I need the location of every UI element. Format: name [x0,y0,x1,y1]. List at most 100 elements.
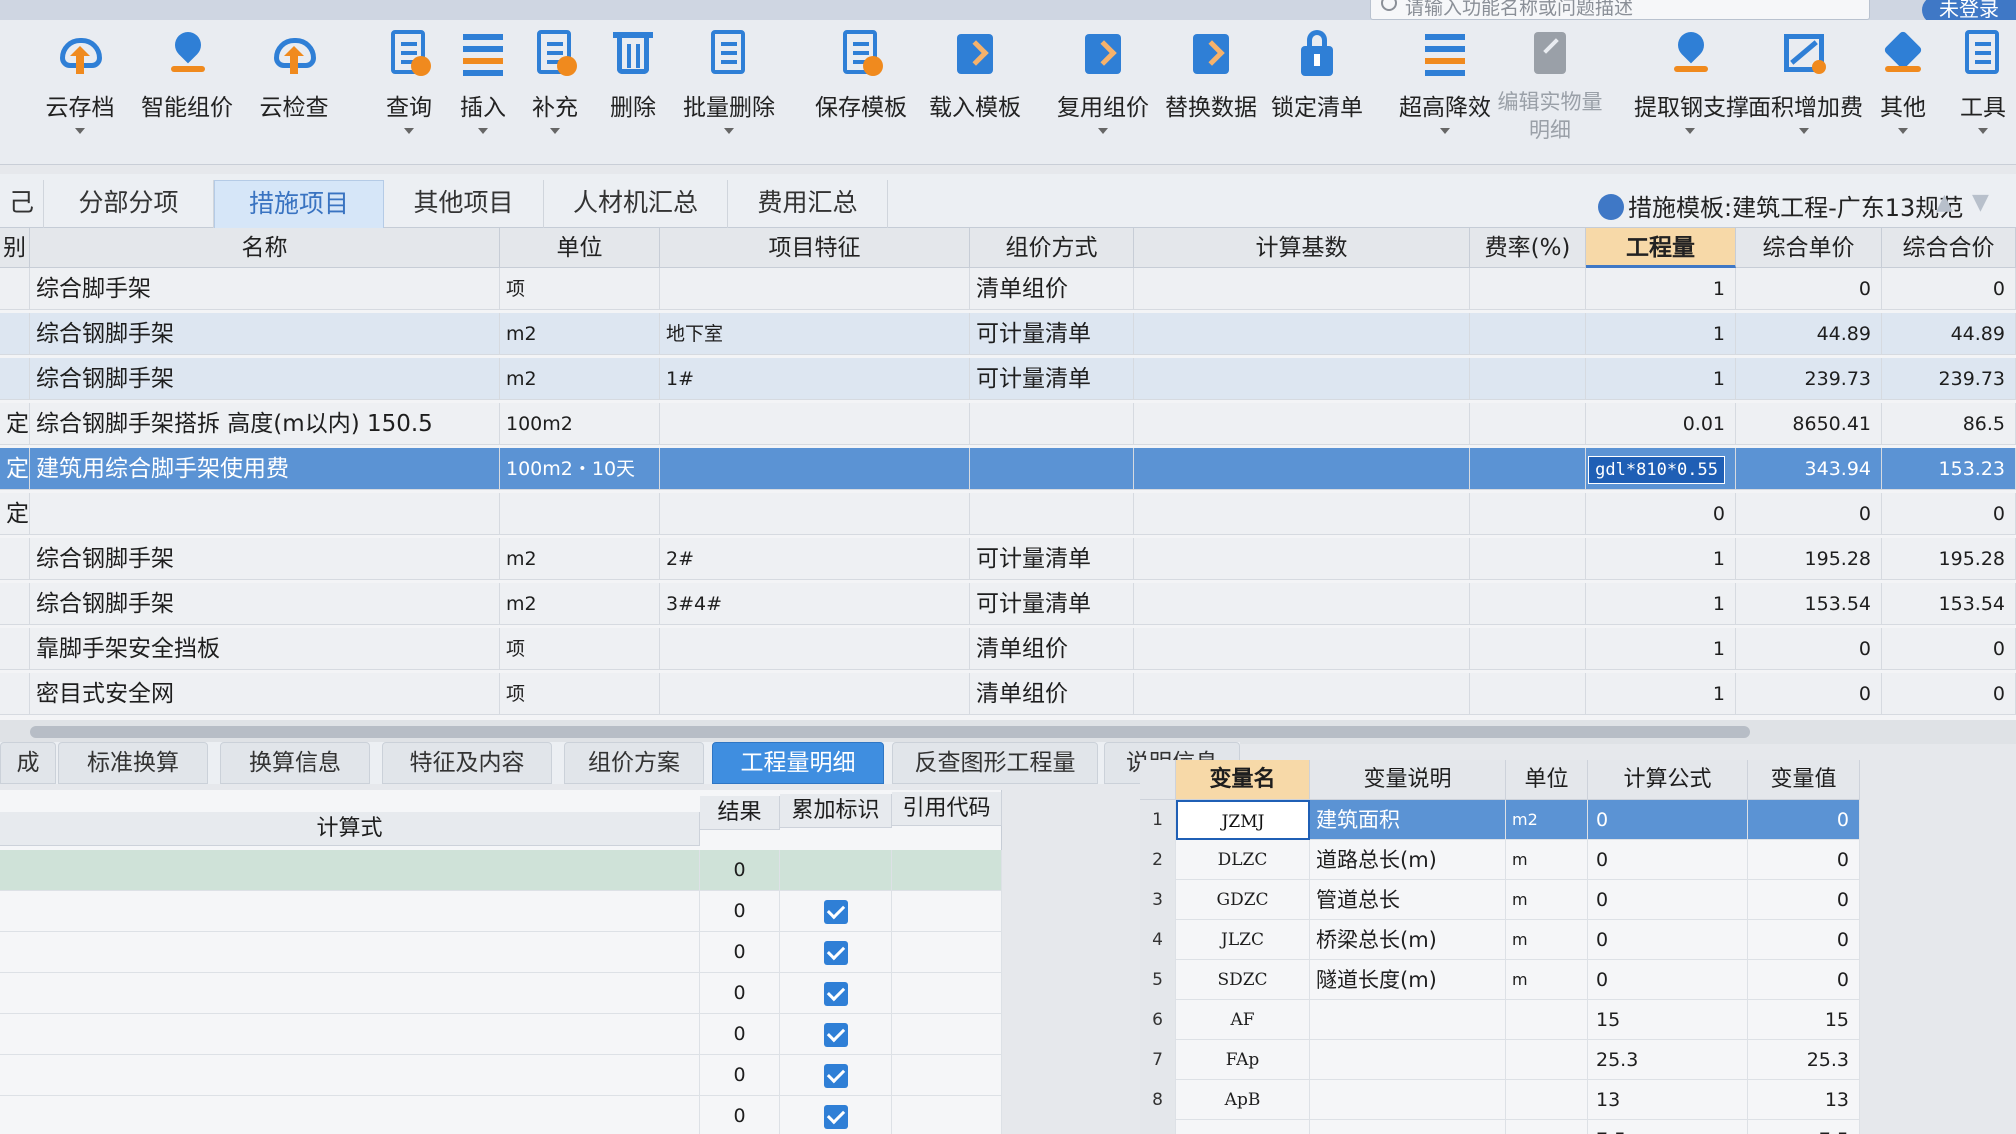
tab-sub-items[interactable]: 分部分项 [44,180,214,228]
var-cell-code[interactable]: DLZC [1176,840,1310,880]
checkbox-checked-icon[interactable] [823,1063,848,1088]
tab-fee-summary[interactable]: 费用汇总 [728,180,888,228]
tab-stub[interactable]: 己 [0,180,44,228]
var-cell-code[interactable]: AF [1176,1000,1310,1040]
cell-qty[interactable]: 1 [1586,313,1736,355]
var-cell-formula[interactable]: 15 [1588,1000,1748,1040]
var-cell-unit[interactable] [1506,1080,1588,1120]
variable-row[interactable]: 8 ApB 13 13 [1140,1080,1860,1120]
cell-name[interactable] [30,493,500,535]
var-cell-code[interactable]: ApB [1176,1080,1310,1120]
col-header-name[interactable]: 名称 [30,228,500,268]
cell-feature[interactable] [660,403,970,445]
horizontal-scrollbar[interactable] [0,720,2016,744]
var-cell-unit[interactable]: m [1506,960,1588,1000]
calc-row[interactable]: 0 [0,891,1002,932]
variable-row[interactable]: 5 SDZC 隧道长度(m) m 0 0 [1140,960,1860,1000]
cell-total[interactable]: 0 [1882,268,2016,310]
cell-unit[interactable] [500,493,660,535]
var-cell-value[interactable]: 13 [1748,1080,1860,1120]
table-row[interactable]: 综合脚手架项清单组价 1 0 0 [0,268,2016,310]
var-cell-formula[interactable]: 0 [1588,920,1748,960]
cell-name[interactable]: 综合钢脚手架 [30,583,500,625]
cell-method[interactable]: 可计量清单 [970,358,1134,400]
cell-formula[interactable] [0,932,700,973]
cloud-save-button[interactable]: 云存档 [40,26,120,161]
cell-formula[interactable] [0,1055,700,1096]
tab-bottom-stub[interactable]: 成 [0,742,56,784]
cell-price[interactable]: 0 [1736,673,1882,715]
var-cell-desc[interactable] [1310,1000,1506,1040]
cell-stub[interactable] [0,538,30,580]
col-header-method[interactable]: 组价方式 [970,228,1134,268]
cell-base[interactable] [1134,313,1470,355]
checkbox-checked-icon[interactable] [823,981,848,1006]
calc-row[interactable]: 0 [0,1014,1002,1055]
cell-name[interactable]: 建筑用综合脚手架使用费 [30,448,500,490]
col-header-total[interactable]: 综合合价 [1882,228,2016,268]
cell-stub[interactable] [0,628,30,670]
supplement-button[interactable]: 补充 [524,26,586,161]
cell-rate[interactable] [1470,673,1586,715]
tools-button[interactable]: 工具 [1950,26,2016,161]
var-cell-value[interactable]: 7.5 [1748,1120,1860,1134]
var-cell-code[interactable]: SDZC [1176,960,1310,1000]
cell-stub[interactable] [0,583,30,625]
variable-row[interactable]: 7 FAp 25.3 25.3 [1140,1040,1860,1080]
cell-accumulate[interactable] [780,973,892,1014]
col-header-unit[interactable]: 单位 [500,228,660,268]
cell-rate[interactable] [1470,538,1586,580]
cell-name[interactable]: 综合脚手架 [30,268,500,310]
cell-total[interactable]: 195.28 [1882,538,2016,580]
cell-method[interactable]: 可计量清单 [970,538,1134,580]
col-header-rate[interactable]: 费率(%) [1470,228,1586,268]
tab-reverse-graphic-quantity[interactable]: 反查图形工程量 [892,742,1098,784]
var-cell-unit[interactable]: m [1506,920,1588,960]
checkbox-checked-icon[interactable] [823,1104,848,1129]
tab-quantity-detail[interactable]: 工程量明细 [712,742,884,784]
cell-method[interactable] [970,448,1134,490]
var-cell-formula[interactable]: 0 [1588,800,1748,840]
tab-conversion-info[interactable]: 换算信息 [220,742,370,784]
cell-price[interactable]: 8650.41 [1736,403,1882,445]
var-cell-code[interactable]: FAp [1176,1040,1310,1080]
cell-feature[interactable]: 地下室 [660,313,970,355]
cell-formula[interactable] [0,891,700,932]
tab-feature-content[interactable]: 特征及内容 [382,742,552,784]
col-header-var-desc[interactable]: 变量说明 [1310,760,1506,800]
cell-qty[interactable]: 1 [1586,538,1736,580]
var-cell-code[interactable]: GDZC [1176,880,1310,920]
var-cell-desc[interactable]: 建筑面积 [1310,800,1506,840]
cell-base[interactable] [1134,358,1470,400]
var-cell-formula[interactable]: 0 [1588,960,1748,1000]
var-cell-formula[interactable]: 25.3 [1588,1040,1748,1080]
cell-total[interactable]: 0 [1882,673,2016,715]
table-row[interactable]: 综合钢脚手架 m2 3#4# 可计量清单 1 153.54 153.54 [0,583,2016,625]
cell-stub[interactable]: 定 [0,448,30,490]
col-header-var-unit[interactable]: 单位 [1506,760,1588,800]
cell-base[interactable] [1134,628,1470,670]
cell-stub[interactable] [0,313,30,355]
var-cell-desc[interactable] [1310,1040,1506,1080]
cell-stub[interactable]: 定 [0,493,30,535]
cell-unit[interactable]: m2 [500,538,660,580]
cell-total[interactable]: 0 [1882,493,2016,535]
cell-method[interactable]: 可计量清单 [970,313,1134,355]
replace-data-button[interactable]: 替换数据 [1158,26,1264,161]
col-header-base[interactable]: 计算基数 [1134,228,1470,268]
cell-base[interactable] [1134,673,1470,715]
col-header-var-name[interactable]: 变量名 [1176,760,1310,800]
var-cell-value[interactable]: 15 [1748,1000,1860,1040]
tab-standard-conversion[interactable]: 标准换算 [58,742,208,784]
cell-method[interactable]: 清单组价 [970,628,1134,670]
delete-button[interactable]: 删除 [602,26,664,161]
measure-template-info[interactable]: 措施模板:建筑工程-广东13规范 [1598,188,1963,223]
cell-accumulate[interactable] [780,932,892,973]
cell-name[interactable]: 密目式安全网 [30,673,500,715]
area-fee-button[interactable]: 面积增加费 [1748,26,1863,161]
var-cell-value[interactable]: 0 [1748,800,1860,840]
cloud-check-button[interactable]: 云检查 [254,26,334,161]
cell-ref-code[interactable] [892,1014,1002,1055]
cell-method[interactable]: 清单组价 [970,673,1134,715]
cell-name[interactable]: 靠脚手架安全挡板 [30,628,500,670]
